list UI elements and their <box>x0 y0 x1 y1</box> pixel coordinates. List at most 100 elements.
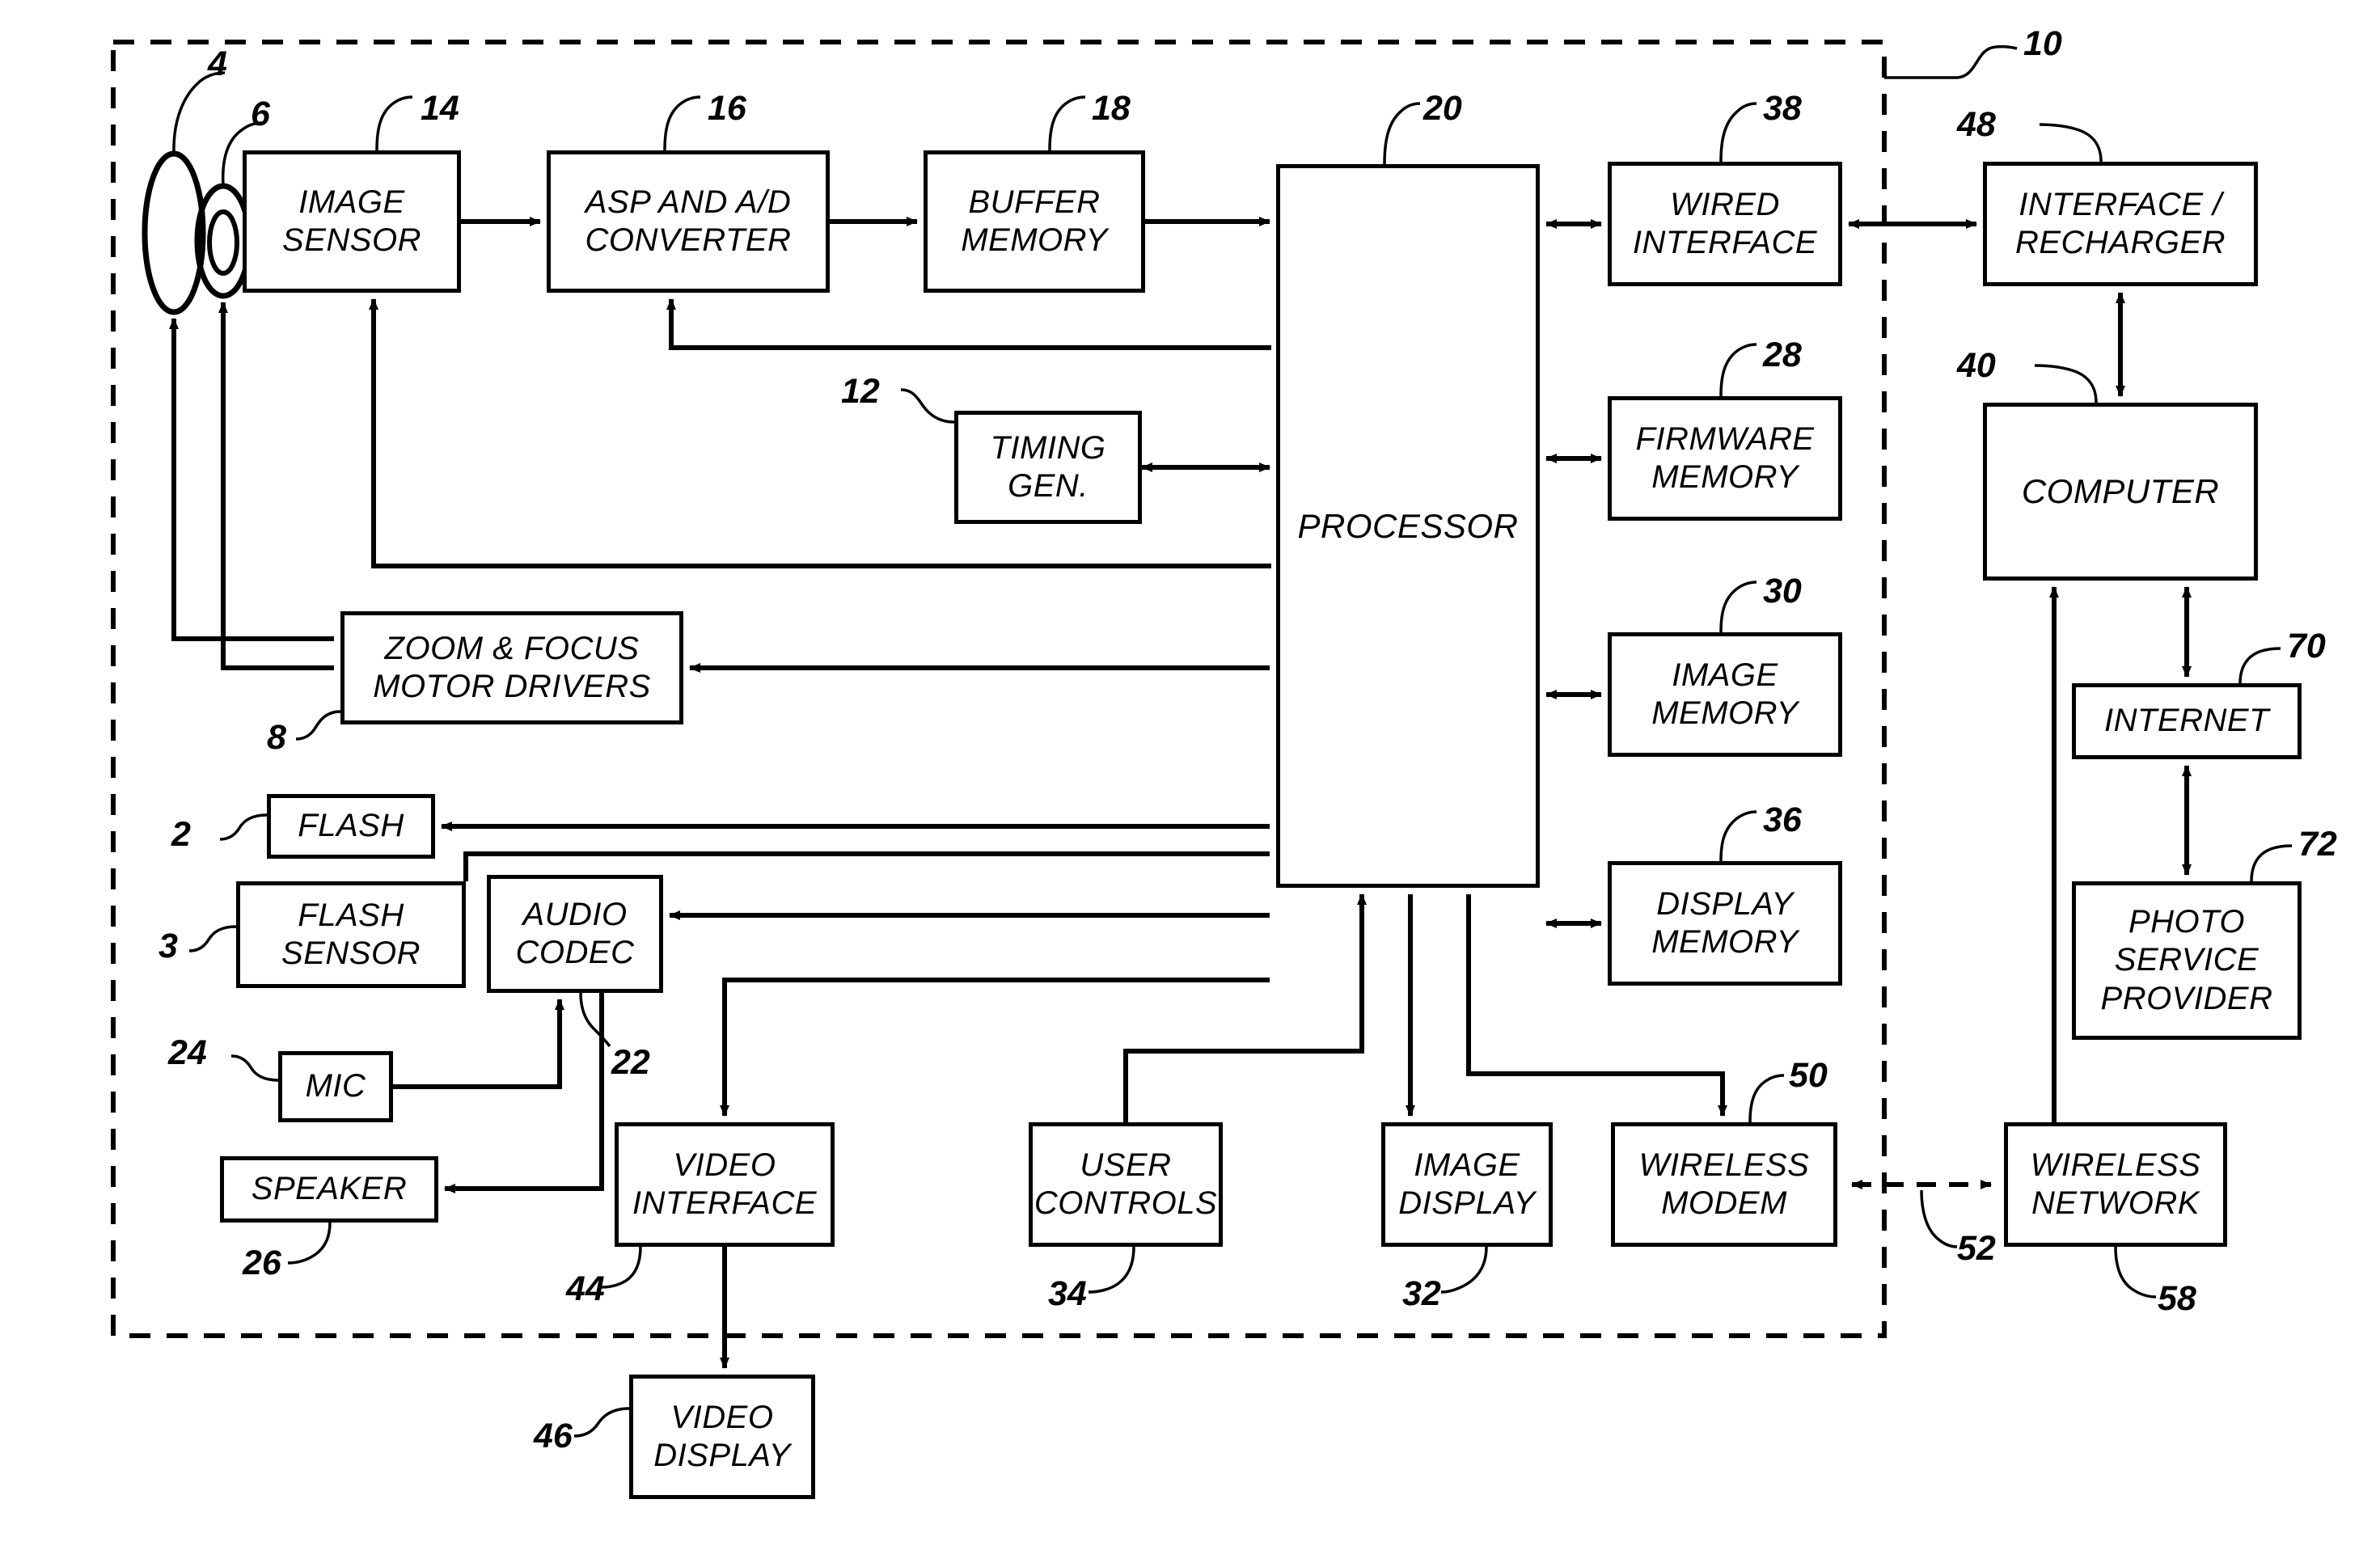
block-timing-gen[interactable]: TIMING GEN. <box>954 411 1142 524</box>
ref-numeral-20: 20 <box>1423 89 1462 128</box>
block-label-image-display: IMAGE DISPLAY <box>1398 1147 1536 1221</box>
leader-14 <box>375 95 413 151</box>
block-label-internet: INTERNET <box>2104 703 2269 739</box>
block-user-controls[interactable]: USER CONTROLS <box>1029 1122 1223 1247</box>
block-computer[interactable]: COMPUTER <box>1983 403 2258 581</box>
block-wireless-network[interactable]: WIRELESS NETWORK <box>2004 1122 2227 1247</box>
block-display-memory[interactable]: DISPLAY MEMORY <box>1608 861 1842 986</box>
leader-44 <box>601 1246 642 1289</box>
ref-numeral-70: 70 <box>2287 627 2326 665</box>
block-image-display[interactable]: IMAGE DISPLAY <box>1381 1122 1553 1247</box>
ref-numeral-28: 28 <box>1763 336 1802 374</box>
ref-numeral-3: 3 <box>159 927 178 965</box>
block-label-asp-ad-converter: ASP AND A/D CONVERTER <box>585 184 792 258</box>
leader-24 <box>230 1054 279 1082</box>
leader-10 <box>1884 44 2018 79</box>
block-label-timing-gen: TIMING GEN. <box>990 429 1106 504</box>
ref-numeral-18: 18 <box>1092 89 1131 128</box>
block-firmware-memory[interactable]: FIRMWARE MEMORY <box>1608 396 1842 521</box>
block-label-flash: FLASH <box>298 808 404 844</box>
leader-2 <box>219 813 268 841</box>
block-label-photo-service-provider: PHOTO SERVICE PROVIDER <box>2100 904 2273 1016</box>
block-label-wireless-network: WIRELESS NETWORK <box>2030 1147 2201 1221</box>
ref-numeral-52: 52 <box>1957 1229 1996 1268</box>
block-label-speaker: SPEAKER <box>251 1171 408 1207</box>
leader-18 <box>1048 95 1086 151</box>
block-label-mic: MIC <box>305 1068 366 1104</box>
block-internet[interactable]: INTERNET <box>2072 683 2302 759</box>
ref-numeral-50: 50 <box>1789 1056 1828 1095</box>
leader-72 <box>2250 844 2293 882</box>
leader-52 <box>1920 1189 1958 1248</box>
leader-30 <box>1719 581 1757 633</box>
block-label-user-controls: USER CONTROLS <box>1034 1147 1218 1221</box>
leader-34 <box>1088 1246 1135 1294</box>
iris-inner-ellipse <box>207 209 239 276</box>
block-label-interface-recharger: INTERFACE / RECHARGER <box>2014 186 2226 260</box>
block-video-interface[interactable]: VIDEO INTERFACE <box>615 1122 835 1247</box>
wire-user-controls-to-proc <box>1123 893 1367 1122</box>
block-mic[interactable]: MIC <box>278 1051 393 1122</box>
block-zoom-focus-motor-drivers[interactable]: ZOOM & FOCUS MOTOR DRIVERS <box>340 611 683 724</box>
ref-numeral-48: 48 <box>1957 105 1996 144</box>
leader-48 <box>2039 123 2103 163</box>
block-video-display[interactable]: VIDEO DISPLAY <box>629 1375 815 1499</box>
wire-mic-to-audio-codec <box>393 999 564 1089</box>
wire-proc-to-video-interface <box>720 978 1270 1117</box>
leader-4 <box>172 71 226 154</box>
block-image-memory[interactable]: IMAGE MEMORY <box>1608 632 1842 757</box>
ref-numeral-24: 24 <box>168 1033 207 1072</box>
ref-numeral-10: 10 <box>2023 24 2062 63</box>
block-label-image-memory: IMAGE MEMORY <box>1651 657 1799 731</box>
leader-20 <box>1383 102 1421 165</box>
wire-motor-to-lens <box>169 318 334 641</box>
ref-numeral-26: 26 <box>243 1244 281 1282</box>
ref-numeral-4: 4 <box>208 44 227 83</box>
ref-numeral-36: 36 <box>1763 800 1802 839</box>
block-processor[interactable]: PROCESSOR <box>1276 164 1540 888</box>
wire-timing-to-asp <box>666 298 1271 350</box>
block-label-processor: PROCESSOR <box>1297 506 1519 545</box>
leader-38 <box>1719 102 1757 163</box>
ref-numeral-34: 34 <box>1048 1274 1087 1313</box>
block-label-firmware-memory: FIRMWARE MEMORY <box>1635 420 1815 495</box>
ref-numeral-12: 12 <box>841 372 880 411</box>
block-label-flash-sensor: FLASH SENSOR <box>281 897 421 971</box>
ref-numeral-44: 44 <box>566 1269 605 1308</box>
leader-46 <box>573 1407 630 1438</box>
block-flash[interactable]: FLASH <box>267 794 435 859</box>
block-label-wired-interface: WIRED INTERFACE <box>1632 186 1818 260</box>
ref-numeral-6: 6 <box>251 95 270 133</box>
ref-numeral-58: 58 <box>2158 1279 2196 1318</box>
block-wireless-modem[interactable]: WIRELESS MODEM <box>1611 1122 1837 1247</box>
block-label-computer: COMPUTER <box>2021 472 2220 511</box>
leader-58 <box>2114 1246 2157 1299</box>
figure-canvas: IMAGE SENSOR ASP AND A/D CONVERTER BUFFER M… <box>0 0 2380 1550</box>
block-wired-interface[interactable]: WIRED INTERFACE <box>1608 162 1842 286</box>
ref-numeral-40: 40 <box>1957 346 1996 385</box>
block-buffer-memory[interactable]: BUFFER MEMORY <box>924 150 1145 293</box>
block-label-video-interface: VIDEO INTERFACE <box>632 1147 818 1221</box>
block-interface-recharger[interactable]: INTERFACE / RECHARGER <box>1983 162 2258 286</box>
wire-audio-codec-to-speaker <box>444 993 604 1193</box>
block-label-buffer-memory: BUFFER MEMORY <box>961 184 1108 258</box>
ref-numeral-46: 46 <box>534 1417 573 1455</box>
block-asp-ad-converter[interactable]: ASP AND A/D CONVERTER <box>547 150 830 293</box>
block-audio-codec[interactable]: AUDIO CODEC <box>487 875 663 993</box>
block-label-audio-codec: AUDIO CODEC <box>515 896 635 970</box>
ref-numeral-72: 72 <box>2298 825 2337 864</box>
leader-16 <box>663 95 701 151</box>
ref-numeral-2: 2 <box>171 815 191 854</box>
block-image-sensor[interactable]: IMAGE SENSOR <box>243 150 461 293</box>
leader-36 <box>1719 810 1757 862</box>
ref-numeral-8: 8 <box>267 718 286 757</box>
block-photo-service-provider[interactable]: PHOTO SERVICE PROVIDER <box>2072 881 2302 1040</box>
block-flash-sensor[interactable]: FLASH SENSOR <box>236 881 466 988</box>
leader-32 <box>1440 1246 1488 1294</box>
leader-28 <box>1719 343 1757 397</box>
block-label-video-display: VIDEO DISPLAY <box>653 1399 791 1473</box>
leader-8 <box>295 710 341 741</box>
leader-26 <box>287 1222 332 1265</box>
block-label-display-memory: DISPLAY MEMORY <box>1651 885 1799 960</box>
block-speaker[interactable]: SPEAKER <box>220 1156 438 1223</box>
